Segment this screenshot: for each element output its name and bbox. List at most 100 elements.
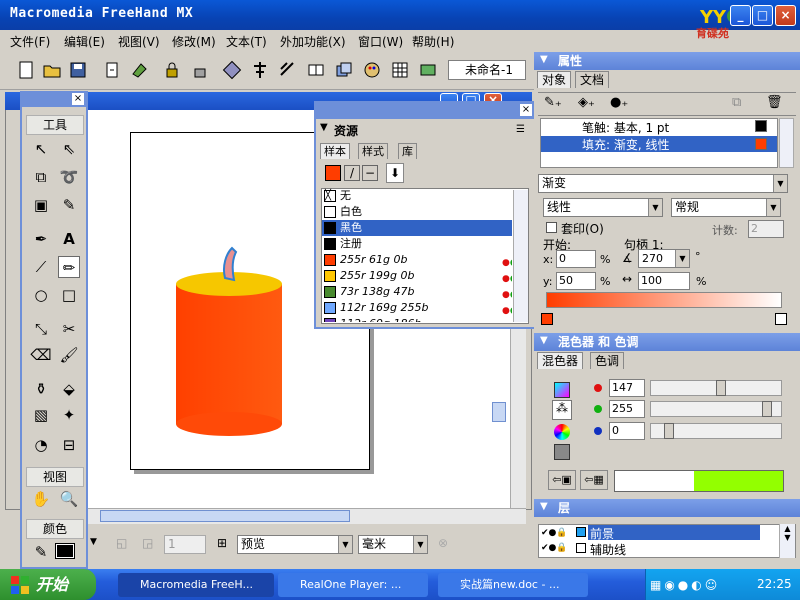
blue-value-field[interactable]: 0 xyxy=(609,422,645,440)
layer-guides[interactable]: 辅助线 xyxy=(590,541,626,558)
assets-close-icon[interactable]: × xyxy=(520,104,532,116)
both-swatch-icon[interactable]: − xyxy=(362,165,378,181)
red-value-field[interactable]: 147 xyxy=(609,379,645,397)
group-icon[interactable] xyxy=(222,60,242,80)
text-tool-icon[interactable]: A xyxy=(58,228,80,250)
swatch-row[interactable]: 255r 199g 0b●●● xyxy=(322,268,512,284)
system-color-icon[interactable] xyxy=(554,444,570,460)
pointer-tool-icon[interactable]: ↖ xyxy=(30,138,52,160)
panel-collapse-icon[interactable]: ▼ xyxy=(320,122,328,133)
minimize-button[interactable]: _ xyxy=(730,5,751,26)
close-button[interactable]: × xyxy=(775,5,796,26)
menu-help[interactable]: 帮助(H) xyxy=(412,33,454,50)
pencil-tool-icon[interactable]: ✏ xyxy=(58,256,80,278)
menu-edit[interactable]: 编辑(E) xyxy=(64,33,105,50)
layer-visible-icon[interactable]: ✔●🔒 xyxy=(541,528,568,538)
blend-tool-icon[interactable]: ⚱ xyxy=(30,378,52,400)
add-page-icon[interactable]: ⊞ xyxy=(217,536,233,554)
layer-color-chip[interactable] xyxy=(576,543,586,553)
hand-tool-icon[interactable]: ✋ xyxy=(30,488,52,510)
swatch-row[interactable]: 73r 138g 47b●●● xyxy=(322,284,512,300)
swatch-list-scrollbar[interactable] xyxy=(513,190,528,322)
eraser-tool-icon[interactable]: ⌫ xyxy=(30,344,52,366)
open-folder-icon[interactable] xyxy=(42,60,62,80)
perspective-tool-icon[interactable]: ▧ xyxy=(30,404,52,426)
menu-xtras[interactable]: 外加功能(X) xyxy=(280,33,346,50)
blue-slider-thumb[interactable] xyxy=(664,423,674,439)
align-icon[interactable] xyxy=(250,60,270,80)
lasso-tool-icon[interactable]: ➰ xyxy=(58,166,80,188)
extrude-tool-icon[interactable]: ⬙ xyxy=(58,378,80,400)
swatch-row[interactable]: 255r 61g 0b●●● xyxy=(322,252,512,268)
add-stroke-icon[interactable]: ✎₊ xyxy=(544,95,562,110)
gradient-start-stop[interactable] xyxy=(541,313,553,325)
horizontal-scroll-thumb[interactable] xyxy=(100,510,350,522)
mixer-collapse-icon[interactable]: ▼ xyxy=(540,335,548,346)
swatch-row[interactable]: 112r 69g 186b ●●● xyxy=(322,316,512,322)
stroke-color-icon[interactable]: ✎ xyxy=(30,541,52,563)
brush-tool-icon[interactable]: 🖌 xyxy=(58,344,80,366)
stroke-color-chip[interactable] xyxy=(755,120,767,132)
overprint-checkbox[interactable] xyxy=(546,222,557,233)
layers-icon[interactable] xyxy=(418,60,438,80)
view-mode-select[interactable]: 预览 ▼ xyxy=(237,535,353,554)
color-preview-well[interactable] xyxy=(614,470,784,492)
tab-object[interactable]: 对象 xyxy=(537,71,572,88)
attribute-list-scrollbar[interactable] xyxy=(779,118,794,168)
gradient-end-stop[interactable] xyxy=(775,313,787,325)
properties-collapse-icon[interactable]: ▼ xyxy=(540,54,548,65)
duplicate-icon[interactable]: ⧉ xyxy=(732,95,741,110)
unlock-icon[interactable] xyxy=(190,60,210,80)
panel-options-icon[interactable]: ☰ xyxy=(516,124,525,135)
tab-styles[interactable]: 样式 xyxy=(358,143,388,159)
gradient-y-field[interactable]: 50 xyxy=(556,272,596,290)
add-to-tints-button[interactable]: ⇦▦ xyxy=(580,470,608,490)
cmyk-mode-icon[interactable] xyxy=(554,382,570,398)
library-icon[interactable] xyxy=(306,60,326,80)
delete-icon[interactable]: 🗑 xyxy=(766,95,783,110)
import-icon[interactable] xyxy=(102,60,122,80)
menu-modify[interactable]: 修改(M) xyxy=(172,33,216,50)
gradient-type-select[interactable]: 线性 ▼ xyxy=(543,198,663,217)
green-value-field[interactable]: 255 xyxy=(609,400,645,418)
red-slider-thumb[interactable] xyxy=(716,380,726,396)
rectangle-tool-icon[interactable]: □ xyxy=(58,284,80,306)
menu-text[interactable]: 文本(T) xyxy=(226,33,267,50)
next-page-icon[interactable]: ◲ xyxy=(142,536,158,554)
maximize-button[interactable]: □ xyxy=(752,5,773,26)
new-document-icon[interactable] xyxy=(16,60,36,80)
tab-mixer[interactable]: 混色器 xyxy=(537,352,584,369)
add-effect-icon[interactable]: ●₊ xyxy=(610,95,628,110)
gradient-width-field[interactable]: 100 xyxy=(638,272,690,290)
subselect-tool-icon[interactable]: ⇖ xyxy=(58,138,80,160)
add-to-swatches-button[interactable]: ⇦▣ xyxy=(548,470,576,490)
pen-tool-icon[interactable]: ✒ xyxy=(30,228,52,250)
tools-close-icon[interactable]: × xyxy=(72,93,84,105)
layer-color-chip[interactable] xyxy=(576,527,586,537)
cancel-render-icon[interactable]: ⊗ xyxy=(438,536,454,552)
zoom-tool-icon[interactable]: 🔍 xyxy=(58,488,80,510)
tab-tints[interactable]: 色调 xyxy=(590,352,625,369)
tray-icons[interactable]: ▦◉●◐☺ xyxy=(650,578,720,592)
layer-visible-icon[interactable]: ✔●🔒 xyxy=(541,543,568,553)
task-realone[interactable]: RealOne Player: ... xyxy=(278,573,428,597)
stroke-swatch-icon[interactable]: / xyxy=(344,165,360,181)
ellipse-tool-icon[interactable]: ○ xyxy=(30,284,52,306)
gradient-x-field[interactable]: 0 xyxy=(556,250,596,268)
angle-select[interactable]: 270 ▼ xyxy=(638,249,690,268)
hls-mode-icon[interactable] xyxy=(554,424,570,440)
stroke-color-swatch[interactable] xyxy=(55,543,75,559)
transform-icon[interactable] xyxy=(278,60,298,80)
menu-window[interactable]: 窗口(W) xyxy=(358,33,403,50)
page-number-select[interactable]: 1 xyxy=(164,535,206,554)
swatch-row[interactable]: 黑色 xyxy=(322,220,512,236)
swatch-row[interactable]: 白色 xyxy=(322,204,512,220)
fill-type-select[interactable]: 渐变 ▼ xyxy=(538,174,788,193)
rgb-mode-icon[interactable]: ⁂ xyxy=(552,400,572,420)
count-field[interactable]: 2 xyxy=(748,220,784,238)
save-icon[interactable] xyxy=(68,60,88,80)
chart-tool-icon[interactable]: ⊟ xyxy=(58,434,80,456)
page-menu-chevron-icon[interactable]: ▼ xyxy=(90,537,104,553)
swatch-row[interactable]: 112r 169g 255b●●● xyxy=(322,300,512,316)
trace-tool-icon[interactable]: ▣ xyxy=(30,194,52,216)
